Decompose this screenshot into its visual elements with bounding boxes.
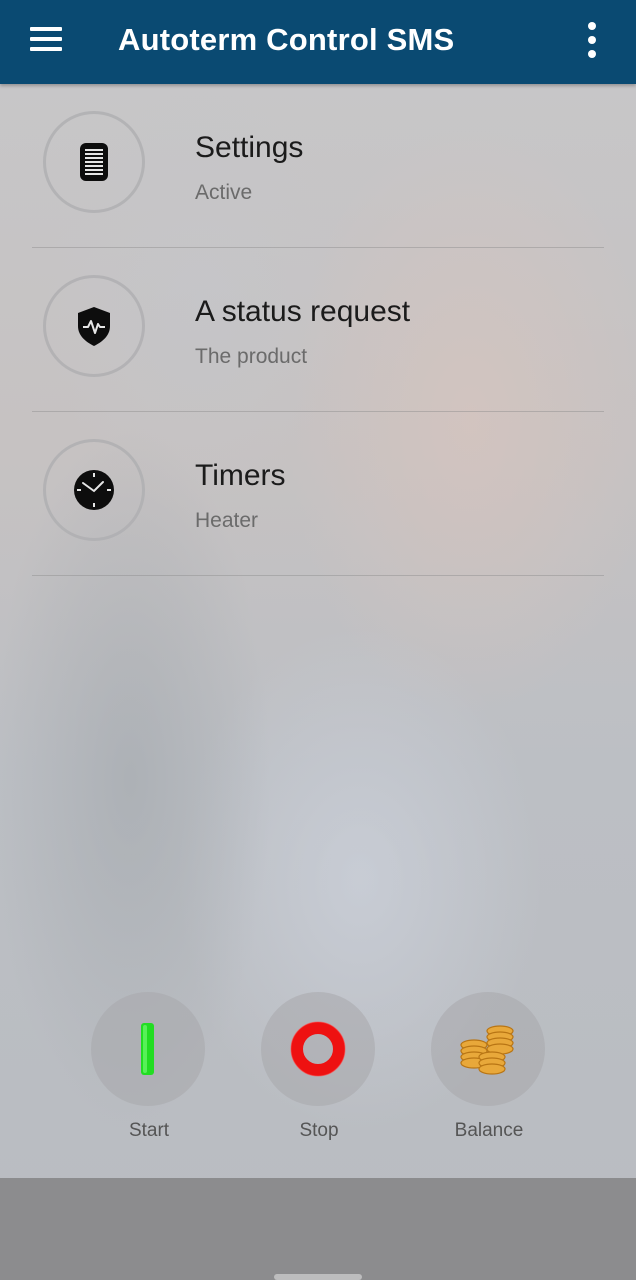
balance-button-circle[interactable] <box>431 992 545 1106</box>
coins-icon <box>460 1025 514 1075</box>
shield-pulse-icon <box>43 275 145 377</box>
stop-ring-icon <box>290 1021 346 1077</box>
stop-button-circle[interactable] <box>261 992 375 1106</box>
divider <box>32 575 604 576</box>
system-nav-bar <box>0 1178 636 1280</box>
list-item-title: Timers <box>195 459 286 492</box>
balance-label: Balance <box>454 1120 524 1141</box>
clock-icon <box>43 439 145 541</box>
list-item-subtitle: Heater <box>195 509 259 532</box>
list-item-status-request[interactable]: A status request The product <box>32 248 604 412</box>
overflow-menu-icon[interactable] <box>574 18 610 62</box>
start-label: Start <box>128 1120 170 1141</box>
list-item-title: A status request <box>195 295 411 328</box>
list-item-timers[interactable]: Timers Heater <box>32 412 604 576</box>
gesture-handle[interactable] <box>274 1274 362 1280</box>
list-item-subtitle: Active <box>195 181 253 204</box>
start-bar-icon <box>141 1023 154 1075</box>
list-item-settings[interactable]: Settings Active <box>32 84 604 248</box>
sim-card-icon <box>43 111 145 213</box>
balance-button[interactable]: Balance <box>431 992 547 1152</box>
start-button[interactable]: Start <box>91 992 207 1152</box>
hamburger-menu-icon[interactable] <box>22 20 68 60</box>
stop-button[interactable]: Stop <box>261 992 377 1152</box>
list-item-title: Settings <box>195 131 304 164</box>
app-bar: Autoterm Control SMS <box>0 0 636 84</box>
stop-label: Stop <box>299 1120 339 1141</box>
list-item-subtitle: The product <box>195 345 308 368</box>
app-title: Autoterm Control SMS <box>118 22 455 57</box>
start-button-circle[interactable] <box>91 992 205 1106</box>
